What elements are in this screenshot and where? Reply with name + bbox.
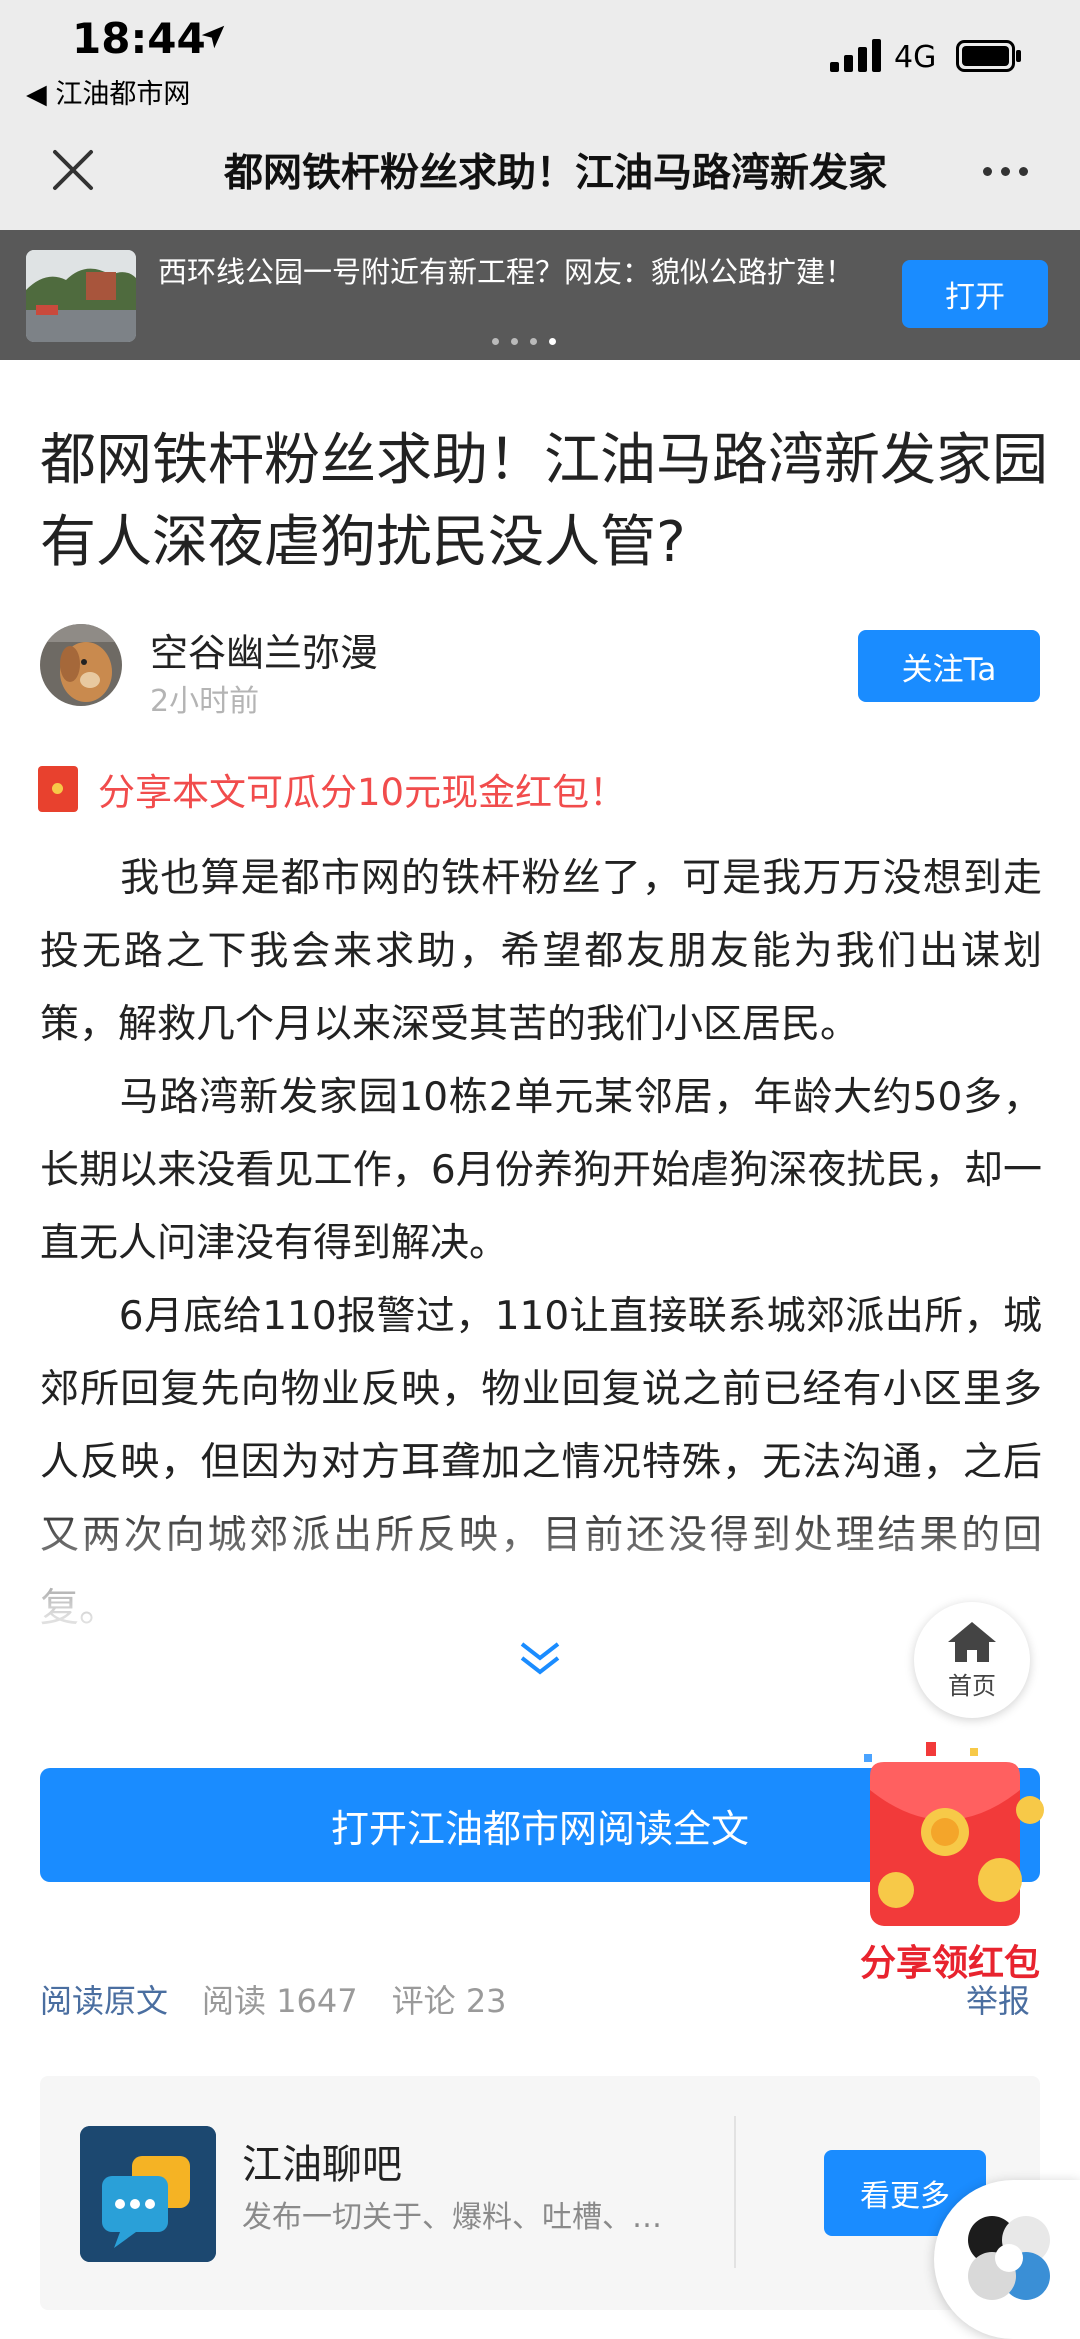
banner-pagination [492, 338, 556, 345]
promo-banner[interactable]: 西环线公园一号附近有新工程？网友：貌似公路扩建！ 打开 [0, 230, 1080, 360]
nav-bar: 都网铁杆粉丝求助！江油马路湾新发家园有人深夜虐狗扰民没人管? [0, 110, 1080, 230]
expand-down-icon[interactable] [518, 1640, 562, 1680]
follow-button[interactable]: 关注Ta [858, 630, 1040, 702]
pinwheel-icon [968, 2216, 1050, 2300]
signal-icon [830, 39, 881, 72]
forum-name: 江油聊吧 [242, 2142, 402, 2188]
banner-dot [492, 338, 499, 345]
network-type: 4G [894, 40, 937, 75]
banner-dot [511, 338, 518, 345]
article-paragraph: 马路湾新发家园10栋2单元某邻居，年龄大约50多，长期以来没看见工作，6月份养狗… [40, 1075, 1042, 1266]
status-time: 18:44 [72, 14, 206, 63]
banner-dot [530, 338, 537, 345]
forum-card[interactable]: 江油聊吧 发布一切关于、爆料、吐槽、… 看更多 [40, 2076, 1040, 2310]
home-label: 首页 [948, 1671, 996, 1700]
more-button[interactable] [970, 146, 1040, 196]
article-stats: 阅读原文 阅读 1647 评论 23 [40, 1976, 507, 2022]
share-redpacket-float[interactable]: 分享领红包 [840, 1740, 1060, 1990]
divider [734, 2116, 736, 2268]
article-title: 都网铁杆粉丝求助！江油马路湾新发家园有人深夜虐狗扰民没人管? [40, 428, 1048, 575]
banner-dot-active [549, 338, 556, 345]
redpacket-notice-text: 分享本文可瓜分10元现金红包！ [98, 771, 627, 814]
article-paragraph: 我也算是都市网的铁杆粉丝了，可是我万万没想到走投无路之下我会来求助，希望都友朋友… [40, 856, 1042, 1047]
author-name[interactable]: 空谷幽兰弥漫 [150, 622, 378, 677]
more-icon [982, 166, 992, 176]
banner-thumbnail [26, 250, 136, 342]
back-to-app-link[interactable]: ◀ 江油都市网 [26, 72, 190, 111]
battery-icon [956, 40, 1021, 72]
red-packet-icon [864, 1742, 1044, 1926]
close-icon [53, 150, 93, 190]
report-link[interactable]: 举报 [966, 1976, 1030, 2022]
red-packet-icon [38, 766, 78, 812]
home-icon [948, 1621, 996, 1662]
forum-description: 发布一切关于、爆料、吐槽、… [242, 2200, 662, 2235]
chat-bubble-icon [80, 2126, 216, 2262]
redpacket-notice[interactable]: 分享本文可瓜分10元现金红包！ [38, 762, 626, 816]
close-button[interactable] [40, 140, 106, 200]
avatar[interactable] [40, 624, 122, 706]
home-float-button[interactable]: 首页 [914, 1602, 1030, 1718]
banner-open-button[interactable]: 打开 [902, 260, 1048, 328]
location-arrow-icon [201, 25, 225, 49]
post-time: 2小时前 [150, 684, 260, 719]
forum-logo [80, 2126, 216, 2262]
comment-count[interactable]: 评论 23 [392, 1976, 507, 2022]
read-count: 阅读 1647 [202, 1982, 358, 2020]
read-original-link[interactable]: 阅读原文 [40, 1976, 168, 2022]
pinwheel-float-button[interactable] [934, 2180, 1080, 2339]
nav-title: 都网铁杆粉丝求助！江油马路湾新发家园有人深夜虐狗扰民没人管? [224, 151, 888, 196]
banner-headline[interactable]: 西环线公园一号附近有新工程？网友：貌似公路扩建！ [158, 252, 878, 292]
status-bar: 18:44 ◀ 江油都市网 4G [0, 0, 1080, 110]
